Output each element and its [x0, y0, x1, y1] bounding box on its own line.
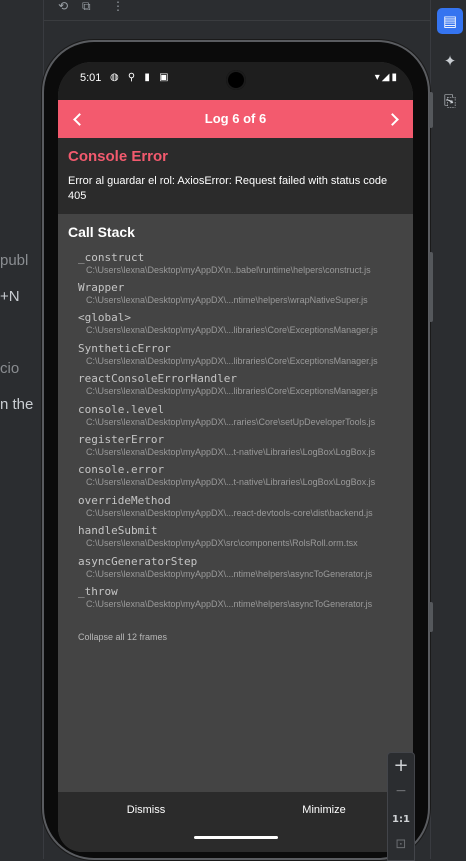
right-tool-panel: ▤ ✦ ⎘ [430, 0, 466, 859]
frame-function: <global> [78, 311, 131, 324]
power-button[interactable] [429, 92, 433, 128]
status-bar: 5:01 ◍ ⚲ ▮ ▣ ▾◢▮ [58, 62, 413, 100]
running-devices-icon[interactable]: ▤ [437, 8, 463, 34]
frame-function: overrideMethod [78, 494, 171, 507]
stack-frame[interactable]: console.level C:\Users\lexna\Desktop\myAp… [78, 404, 398, 428]
background-text-2: +N [0, 288, 20, 305]
frame-function: registerError [78, 433, 165, 446]
device-mirror-icon[interactable]: ⎘ [437, 88, 463, 114]
next-log-button[interactable] [373, 100, 411, 138]
background-text-1: publ [0, 252, 29, 269]
ai-assistant-icon[interactable]: ✦ [437, 48, 463, 74]
minimize-button[interactable]: Minimize [254, 804, 394, 816]
stack-frame[interactable]: reactConsoleErrorHandler C:\Users\lexna\D… [78, 373, 398, 397]
emulator-toolbar: ⟲ ⧉ ⋮ [44, 0, 430, 21]
frame-function: asyncGeneratorStep [78, 555, 198, 568]
stack-frame[interactable]: _construct C:\Users\lexna\Desktop\myAppDX… [78, 252, 398, 276]
call-stack-section: Call Stack _construct C:\Users\lexna\Desk… [58, 214, 413, 792]
notification-icons: ◍ ⚲ ▮ ▣ [110, 72, 172, 83]
zoom-fit-icon[interactable]: ⊡ [388, 837, 414, 852]
zoom-controls: + − 1:1 ⊡ [387, 752, 415, 861]
frame-path: C:\Users\lexna\Desktop\myAppDX\...librar… [86, 325, 378, 335]
call-stack-title: Call Stack [68, 224, 135, 240]
frame-path: C:\Users\lexna\Desktop\myAppDX\...t-nati… [86, 447, 376, 457]
camera-cutout [226, 70, 246, 90]
frame-path: C:\Users\lexna\Desktop\myAppDX\...librar… [86, 356, 378, 366]
screenshot-icon[interactable]: ⧉ [82, 0, 91, 12]
zoom-in-button[interactable]: + [388, 755, 414, 776]
frame-function: console.level [78, 403, 165, 416]
side-button[interactable] [429, 602, 433, 632]
frame-function: reactConsoleErrorHandler [78, 372, 237, 385]
frame-path: C:\Users\lexna\Desktop\myAppDX\n..babel\… [86, 265, 371, 275]
frame-function: _construct [78, 251, 145, 264]
collapse-frames-button[interactable]: Collapse all 12 frames [78, 632, 167, 642]
frame-function: SyntheticError [78, 342, 171, 355]
wifi-signal-battery-icons: ▾◢▮ [374, 72, 399, 83]
rotate-icon[interactable]: ⟲ [58, 0, 68, 12]
frame-path: C:\Users\lexna\Desktop\myAppDX\...ntime\… [86, 569, 373, 579]
stack-frame[interactable]: _throw C:\Users\lexna\Desktop\myAppDX\...… [78, 586, 398, 610]
frame-function: _throw [78, 585, 118, 598]
stack-frame[interactable]: handleSubmit C:\Users\lexna\Desktop\myApp… [78, 525, 398, 549]
background-text-3: cio [0, 360, 20, 377]
frame-path: C:\Users\lexna\Desktop\myAppDX\...librar… [86, 386, 378, 396]
frame-path: C:\Users\lexna\Desktop\myAppDX\src\compo… [86, 538, 358, 548]
phone-frame: 5:01 ◍ ⚲ ▮ ▣ ▾◢▮ Log 6 of 6 Console Erro… [44, 42, 433, 858]
stack-frame[interactable]: console.error C:\Users\lexna\Desktop\myAp… [78, 464, 398, 488]
stack-frame[interactable]: Wrapper C:\Users\lexna\Desktop\myAppDX\..… [78, 282, 398, 306]
chevron-right-icon [385, 112, 399, 126]
frame-function: handleSubmit [78, 524, 158, 537]
background-text-4: n the [0, 396, 34, 413]
bottom-actions: Dismiss Minimize [58, 792, 413, 852]
log-counter: Log 6 of 6 [204, 111, 267, 126]
stack-frame[interactable]: asyncGeneratorStep C:\Users\lexna\Desktop… [78, 556, 398, 580]
error-section: Console Error Error al guardar el rol: A… [58, 138, 413, 214]
frame-path: C:\Users\lexna\Desktop\myAppDX\...ntime\… [86, 599, 373, 609]
more-options-icon[interactable]: ⋮ [112, 0, 124, 12]
error-title: Console Error [68, 148, 169, 165]
zoom-actual-size-button[interactable]: 1:1 [388, 814, 414, 825]
frame-path: C:\Users\lexna\Desktop\myAppDX\...ntime\… [86, 295, 368, 305]
zoom-out-button[interactable]: − [388, 783, 414, 799]
stack-frame[interactable]: SyntheticError C:\Users\lexna\Desktop\myA… [78, 343, 398, 367]
log-header: Log 6 of 6 [58, 100, 413, 138]
stack-frame[interactable]: registerError C:\Users\lexna\Desktop\myAp… [78, 434, 398, 458]
stack-frame[interactable]: <global> C:\Users\lexna\Desktop\myAppDX\.… [78, 312, 398, 336]
frame-path: C:\Users\lexna\Desktop\myAppDX\...raries… [86, 417, 376, 427]
error-message: Error al guardar el rol: AxiosError: Req… [68, 175, 388, 202]
frame-path: C:\Users\lexna\Desktop\myAppDX\...react-… [86, 508, 373, 518]
home-indicator[interactable] [194, 836, 278, 839]
volume-button[interactable] [429, 252, 433, 322]
device-screen: 5:01 ◍ ⚲ ▮ ▣ ▾◢▮ Log 6 of 6 Console Erro… [58, 62, 413, 852]
frame-function: Wrapper [78, 281, 125, 294]
status-time: 5:01 [80, 72, 102, 84]
frame-function: console.error [78, 463, 165, 476]
stack-frame[interactable]: overrideMethod C:\Users\lexna\Desktop\myA… [78, 495, 398, 519]
frame-path: C:\Users\lexna\Desktop\myAppDX\...t-nati… [86, 477, 376, 487]
dismiss-button[interactable]: Dismiss [76, 804, 216, 816]
